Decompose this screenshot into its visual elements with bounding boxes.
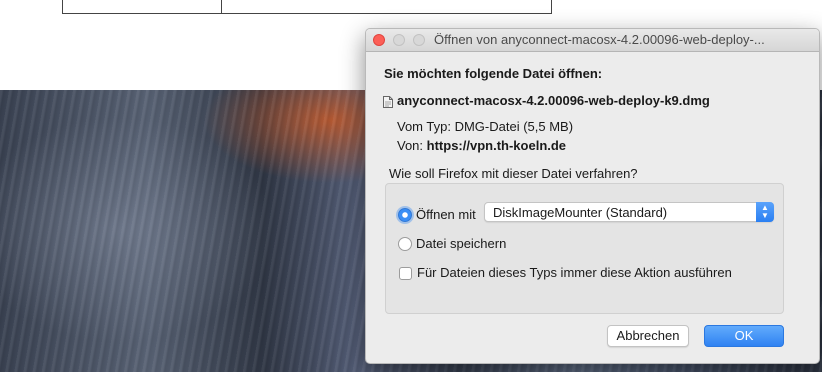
- dialog-titlebar[interactable]: Öffnen von anyconnect-macosx-4.2.00096-w…: [366, 29, 819, 52]
- file-source-url: https://vpn.th-koeln.de: [426, 138, 567, 153]
- open-file-dialog: Öffnen von anyconnect-macosx-4.2.00096-w…: [365, 28, 820, 364]
- save-file-label[interactable]: Datei speichern: [416, 236, 506, 251]
- always-do-this-label[interactable]: Für Dateien dieses Typs immer diese Akti…: [417, 265, 732, 280]
- dialog-heading: Sie möchten folgende Datei öffnen:: [384, 66, 603, 81]
- action-options-group: Öffnen mit DiskImageMounter (Standard) ▲…: [385, 183, 784, 314]
- cancel-button[interactable]: Abbrechen: [607, 325, 689, 347]
- dialog-title: Öffnen von anyconnect-macosx-4.2.00096-w…: [434, 32, 765, 47]
- file-source-label: Von:: [397, 138, 424, 153]
- zoom-window-icon: [413, 34, 425, 46]
- file-source-row: Von: https://vpn.th-koeln.de: [397, 138, 566, 153]
- open-with-label[interactable]: Öffnen mit: [416, 207, 476, 222]
- table-cell-divider: [221, 0, 222, 13]
- file-type-label: Vom Typ:: [397, 119, 451, 134]
- save-file-radio[interactable]: [398, 237, 412, 251]
- open-with-radio[interactable]: [398, 208, 412, 222]
- application-select-value: DiskImageMounter (Standard): [493, 205, 668, 220]
- always-do-this-checkbox[interactable]: [399, 267, 412, 280]
- chevron-up-down-icon[interactable]: ▲ ▼: [756, 202, 774, 222]
- minimize-window-icon: [393, 34, 405, 46]
- action-question: Wie soll Firefox mit dieser Datei verfah…: [389, 166, 638, 181]
- close-window-icon[interactable]: [373, 34, 385, 46]
- file-type-row: Vom Typ: DMG-Datei (5,5 MB): [397, 119, 573, 134]
- document-icon: [383, 96, 393, 108]
- file-name: anyconnect-macosx-4.2.00096-web-deploy-k…: [397, 93, 710, 108]
- background-page-table: [62, 0, 552, 14]
- ok-button[interactable]: OK: [704, 325, 784, 347]
- file-type-value: DMG-Datei (5,5 MB): [454, 119, 574, 134]
- application-select[interactable]: DiskImageMounter (Standard) ▲ ▼: [484, 202, 774, 222]
